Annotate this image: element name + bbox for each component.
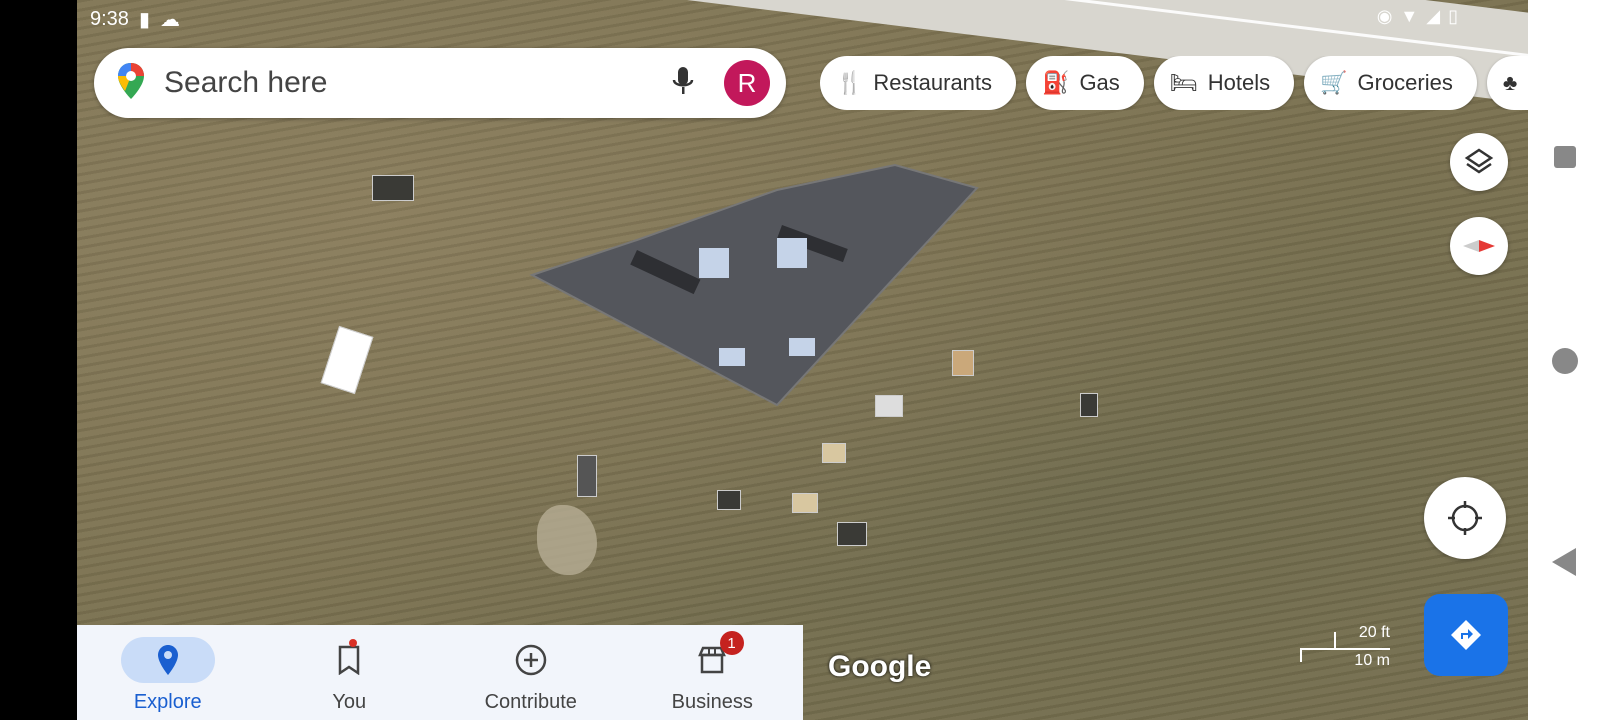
chip-label: Groceries <box>1357 70 1453 95</box>
location-icon: ◉ <box>1376 6 1393 26</box>
notification-dot <box>348 639 357 647</box>
cart-icon: 🛒 <box>1320 70 1348 95</box>
vehicle <box>1080 393 1098 417</box>
chip-restaurants[interactable]: 🍴 Restaurants <box>820 56 1017 110</box>
nav-label: Business <box>671 691 753 713</box>
vehicle <box>577 455 597 497</box>
nav-explore[interactable]: Explore <box>77 625 259 720</box>
nav-you[interactable]: You <box>259 625 441 720</box>
search-input[interactable]: Search here <box>164 66 672 100</box>
bed-icon: 🛏 <box>1169 70 1198 95</box>
storefront-icon <box>665 637 759 683</box>
map-scale: 20 ft 10 m <box>1300 624 1390 670</box>
add-circle-icon <box>484 637 578 683</box>
scale-m: 10 m <box>1354 652 1390 669</box>
avatar[interactable]: R <box>724 60 770 106</box>
status-bar: 9:38 ▮ ☁ <box>90 6 180 32</box>
directions-icon <box>1451 620 1481 650</box>
vehicle <box>837 522 867 546</box>
bottom-navigation: Explore You Contribute 1 Business <box>77 625 803 720</box>
chip-hotels[interactable]: 🛏 Hotels <box>1153 56 1295 110</box>
nav-label: Contribute <box>484 691 577 713</box>
nav-label: Explore <box>133 691 202 713</box>
layers-button[interactable] <box>1450 133 1508 191</box>
layers-icon <box>1464 148 1494 174</box>
chip-label: Restaurants <box>873 70 993 95</box>
crosshair-icon <box>1448 501 1482 535</box>
scale-ft: 20 ft <box>1358 624 1390 641</box>
nav-business[interactable]: 1 Business <box>622 625 804 720</box>
battery-alert-icon: ▮ <box>138 8 150 31</box>
nav-label: You <box>332 691 367 713</box>
left-black-bar <box>0 0 77 720</box>
google-maps-pin-icon <box>116 61 146 106</box>
vehicle <box>372 175 414 201</box>
compass-icon <box>1463 240 1495 252</box>
vehicle <box>717 490 741 510</box>
search-bar[interactable]: Search here R <box>94 48 786 118</box>
my-location-button[interactable] <box>1424 477 1506 559</box>
system-nav-rail <box>1528 0 1600 720</box>
status-time: 9:38 <box>90 7 129 30</box>
chip-gas[interactable]: ⛽ Gas <box>1026 56 1144 110</box>
back-icon[interactable] <box>1552 548 1576 576</box>
vehicle <box>875 395 903 417</box>
compass-button[interactable] <box>1450 217 1508 275</box>
chip-parks[interactable]: ♣ Pa <box>1486 56 1528 110</box>
chip-label: Gas <box>1079 70 1120 95</box>
directions-button[interactable] <box>1424 594 1508 676</box>
google-logo: Google <box>828 650 932 683</box>
home-icon[interactable] <box>1552 348 1578 374</box>
vehicle <box>952 350 974 376</box>
avatar-letter: R <box>737 67 757 98</box>
cloud-icon: ☁ <box>159 8 180 31</box>
mic-icon[interactable] <box>672 65 694 102</box>
chip-label: Hotels <box>1207 70 1271 95</box>
chip-groceries[interactable]: 🛒 Groceries <box>1304 56 1477 110</box>
vehicle <box>822 443 846 463</box>
gas-pump-icon: ⛽ <box>1042 70 1070 95</box>
recents-icon[interactable] <box>1554 146 1576 168</box>
category-chips: 🍴 Restaurants ⛽ Gas 🛏 Hotels 🛒 Groceries… <box>820 56 1528 110</box>
battery-icon: ▯ <box>1448 6 1458 26</box>
park-icon: ♣ <box>1502 70 1518 95</box>
vehicle <box>792 493 818 513</box>
signal-icon: ◢ <box>1426 6 1441 26</box>
fork-knife-icon: 🍴 <box>836 70 864 95</box>
wifi-icon: ▼ <box>1400 6 1419 26</box>
explore-pin-icon <box>120 637 215 683</box>
business-badge: 1 <box>719 631 744 655</box>
status-icons: ◉ ▼ ◢ ▯ <box>1377 6 1458 27</box>
nav-contribute[interactable]: Contribute <box>440 625 622 720</box>
